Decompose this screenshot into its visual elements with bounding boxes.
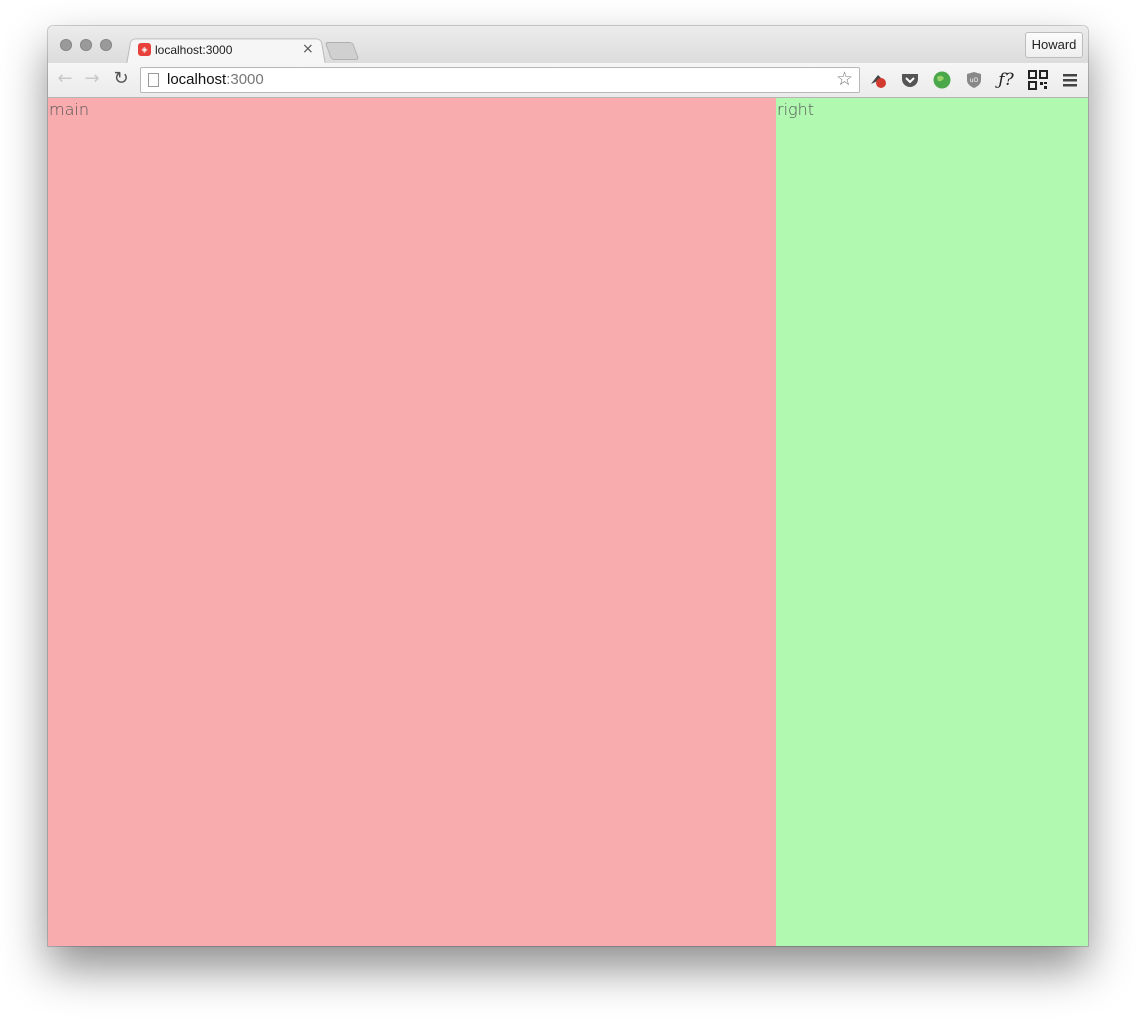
right-label: right (777, 100, 815, 119)
back-icon[interactable]: ← (54, 68, 76, 90)
menu-icon[interactable] (1060, 70, 1080, 90)
right-pane: right (776, 98, 1088, 946)
tab-close-icon[interactable]: × (302, 41, 314, 57)
url-host: localhost (167, 71, 227, 88)
url-port: :3000 (226, 71, 264, 88)
bookmark-star-icon[interactable]: ☆ (836, 68, 853, 90)
svg-text:uO: uO (970, 77, 979, 84)
globe-icon[interactable] (932, 70, 952, 90)
toolbar: ← → ↻ localhost:3000 ☆ uO ƒ? (48, 63, 1088, 98)
browser-window: ◈ localhost:3000 × Howard ← → ↻ localhos… (48, 26, 1088, 946)
minimize-window-icon[interactable] (80, 39, 92, 51)
maximize-window-icon[interactable] (100, 39, 112, 51)
title-bar: ◈ localhost:3000 × Howard (48, 26, 1088, 65)
close-window-icon[interactable] (60, 39, 72, 51)
tab-title: localhost:3000 (155, 43, 233, 57)
main-pane: main (48, 98, 776, 946)
main-label: main (49, 100, 89, 119)
qr-code-icon[interactable] (1028, 70, 1048, 90)
ublock-icon[interactable]: uO (964, 70, 984, 90)
url-text[interactable]: localhost:3000 (167, 71, 264, 88)
tab-content: ◈ localhost:3000 × (138, 40, 324, 62)
profile-button[interactable]: Howard (1025, 32, 1083, 58)
reload-icon[interactable]: ↻ (110, 68, 132, 90)
page-content: main right (48, 98, 1088, 946)
pocket-icon[interactable] (900, 70, 920, 90)
font-finder-icon[interactable]: ƒ? (996, 70, 1016, 90)
new-tab-button[interactable] (324, 42, 360, 60)
address-bar[interactable]: localhost:3000 ☆ (140, 67, 860, 93)
forward-icon[interactable]: → (81, 68, 103, 90)
page-icon (148, 73, 159, 87)
lastpass-icon[interactable] (868, 70, 888, 90)
favicon-icon: ◈ (138, 43, 151, 56)
